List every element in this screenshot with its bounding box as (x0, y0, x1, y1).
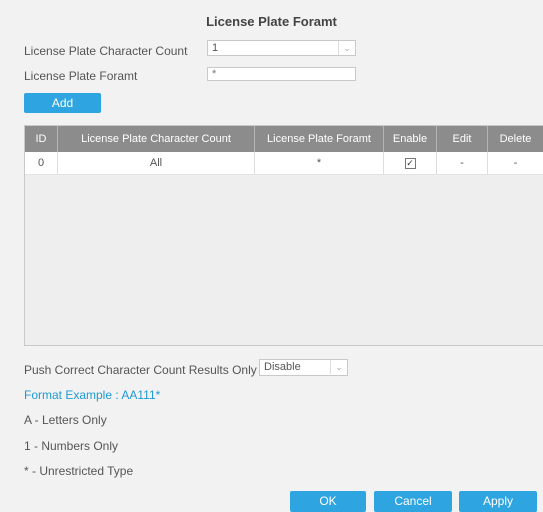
row-id: 0 (25, 152, 58, 175)
dialog-title: License Plate Foramt (206, 14, 337, 29)
column-header-format: License Plate Foramt (254, 126, 384, 152)
row-enable[interactable]: ✓ (383, 152, 437, 175)
character-count-label: License Plate Character Count (24, 44, 188, 58)
plate-format-input[interactable]: * (207, 67, 356, 81)
row-format: * (254, 152, 384, 175)
row-count: All (57, 152, 255, 175)
character-count-select[interactable]: 1 ⌄ (207, 40, 356, 56)
ok-button[interactable]: OK (290, 491, 366, 512)
plate-format-label: License Plate Foramt (24, 69, 138, 83)
checkbox-checked-icon[interactable]: ✓ (404, 158, 416, 169)
add-button[interactable]: Add (24, 93, 101, 113)
chevron-down-icon: ⌄ (338, 41, 355, 55)
letters-only-text: A - Letters Only (24, 413, 107, 427)
format-example-text: Format Example : AA111* (24, 388, 161, 402)
push-results-value: Disable (264, 361, 301, 373)
unrestricted-type-text: * - Unrestricted Type (24, 464, 134, 478)
format-table: ID License Plate Character Count License… (24, 125, 543, 346)
column-header-count: License Plate Character Count (57, 126, 255, 152)
numbers-only-text: 1 - Numbers Only (24, 439, 119, 453)
cancel-button[interactable]: Cancel (374, 491, 452, 512)
chevron-down-icon: ⌄ (330, 360, 347, 374)
apply-button[interactable]: Apply (459, 491, 537, 512)
column-header-enable: Enable (383, 126, 437, 152)
push-results-label: Push Correct Character Count Results Onl… (24, 363, 257, 377)
table-header-row: ID License Plate Character Count License… (25, 126, 543, 152)
character-count-value: 1 (212, 42, 219, 54)
row-edit[interactable]: - (436, 152, 488, 175)
row-delete[interactable]: - (487, 152, 543, 175)
push-results-select[interactable]: Disable ⌄ (259, 359, 348, 376)
column-header-edit: Edit (436, 126, 488, 152)
column-header-id: ID (25, 126, 58, 152)
table-row: 0 All * ✓ - - (25, 152, 543, 175)
column-header-delete: Delete (487, 126, 543, 152)
